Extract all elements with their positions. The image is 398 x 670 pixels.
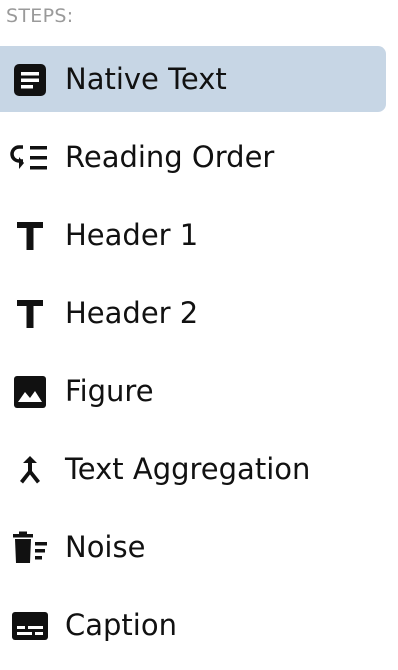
step-item-caption[interactable]: Caption (0, 592, 386, 658)
step-label: Header 1 (65, 218, 199, 252)
step-list: Native Text Reading Order Header 1 Heade… (0, 46, 398, 670)
merge-icon (10, 451, 50, 489)
native-text-icon (10, 61, 50, 99)
step-label: Figure (65, 374, 154, 408)
reading-order-icon (10, 139, 50, 177)
step-item-header-1[interactable]: Header 1 (0, 202, 386, 268)
steps-heading: STEPS: (6, 5, 74, 27)
header-icon (10, 217, 50, 255)
step-label: Text Aggregation (65, 452, 311, 486)
step-label: Caption (65, 608, 177, 642)
step-item-native-text[interactable]: Native Text (0, 46, 386, 112)
step-label: Header 2 (65, 296, 199, 330)
step-label: Native Text (65, 62, 227, 96)
step-item-text-aggregation[interactable]: Text Aggregation (0, 436, 386, 502)
step-item-reading-order[interactable]: Reading Order (0, 124, 386, 190)
figure-icon (10, 373, 50, 411)
step-item-noise[interactable]: Noise (0, 514, 386, 580)
step-item-figure[interactable]: Figure (0, 358, 386, 424)
step-label: Noise (65, 530, 146, 564)
header-icon (10, 295, 50, 333)
step-item-header-2[interactable]: Header 2 (0, 280, 386, 346)
steps-panel: STEPS: Native Text Reading Order Header … (0, 0, 398, 656)
step-label: Reading Order (65, 140, 275, 174)
caption-icon (10, 607, 50, 645)
noise-icon (10, 529, 50, 567)
